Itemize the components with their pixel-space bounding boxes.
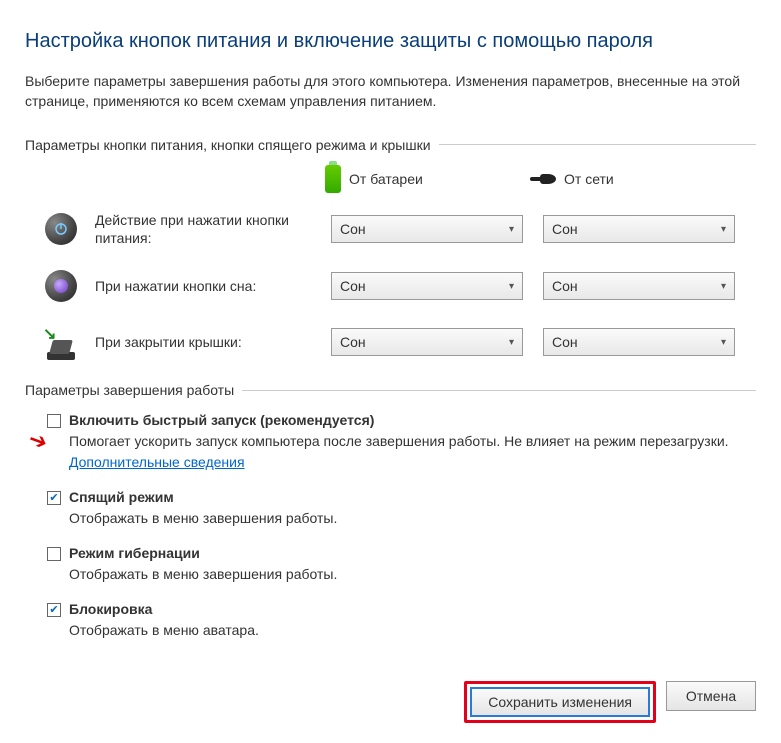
group-header-buttons-text: Параметры кнопки питания, кнопки спящего… (25, 137, 431, 153)
row-sleep-button: При нажатии кнопки сна: Сон ▾ Сон ▾ (25, 270, 756, 302)
row-lid-close-label: При закрытии крышки: (95, 333, 331, 352)
group-header-buttons: Параметры кнопки питания, кнопки спящего… (25, 137, 756, 153)
chevron-down-icon: ▾ (721, 224, 726, 235)
row-power-button-label: Действие при нажатии кнопки питания: (95, 211, 331, 249)
more-info-link[interactable]: Дополнительные сведения (69, 454, 245, 470)
chevron-down-icon: ▾ (721, 281, 726, 292)
power-button-ac-select[interactable]: Сон ▾ (543, 215, 735, 243)
lock-title: Блокировка (69, 599, 152, 620)
hibernate-checkbox[interactable] (47, 547, 61, 561)
power-button-battery-select[interactable]: Сон ▾ (331, 215, 523, 243)
row-lid-close: ↘ При закрытии крышки: Сон ▾ Сон ▾ (25, 324, 756, 360)
lock-desc: Отображать в меню аватара. (69, 620, 756, 641)
col-ac-label: От сети (564, 171, 614, 187)
sleep-button-icon (45, 270, 77, 302)
annotation-arrow-icon: ➔ (24, 422, 53, 459)
group-header-shutdown-text: Параметры завершения работы (25, 382, 234, 398)
cancel-button[interactable]: Отмена (666, 681, 756, 711)
sleep-title: Спящий режим (69, 487, 174, 508)
option-sleep: ✔ Спящий режим Отображать в меню заверше… (47, 487, 756, 529)
battery-icon (325, 165, 341, 193)
sleep-desc: Отображать в меню завершения работы. (69, 508, 756, 529)
option-lock: ✔ Блокировка Отображать в меню аватара. (47, 599, 756, 641)
option-fast-startup: ➔ Включить быстрый запуск (рекомендуется… (47, 410, 756, 473)
sleep-checkbox[interactable]: ✔ (47, 491, 61, 505)
power-button-icon (45, 213, 77, 245)
lid-close-icon: ↘ (45, 328, 77, 360)
row-power-button: Действие при нажатии кнопки питания: Сон… (25, 211, 756, 249)
sleep-button-ac-select[interactable]: Сон ▾ (543, 272, 735, 300)
save-button[interactable]: Сохранить изменения (470, 687, 650, 717)
chevron-down-icon: ▾ (721, 337, 726, 348)
fast-startup-desc: Помогает ускорить запуск компьютера посл… (69, 433, 729, 449)
fast-startup-checkbox[interactable] (47, 414, 61, 428)
col-battery-label: От батареи (349, 171, 423, 187)
chevron-down-icon: ▾ (509, 281, 514, 292)
group-header-shutdown: Параметры завершения работы (25, 382, 756, 398)
row-sleep-button-label: При нажатии кнопки сна: (95, 277, 331, 296)
hibernate-desc: Отображать в меню завершения работы. (69, 564, 756, 585)
page-description: Выберите параметры завершения работы для… (25, 71, 756, 112)
fast-startup-title: Включить быстрый запуск (рекомендуется) (69, 410, 374, 431)
hibernate-title: Режим гибернации (69, 543, 200, 564)
columns-header: От батареи От сети (325, 165, 756, 193)
option-hibernate: Режим гибернации Отображать в меню завер… (47, 543, 756, 585)
chevron-down-icon: ▾ (509, 337, 514, 348)
annotation-highlight-box: Сохранить изменения (464, 681, 656, 723)
plug-icon (530, 172, 556, 186)
footer-buttons: Сохранить изменения Отмена (25, 681, 756, 723)
lock-checkbox[interactable]: ✔ (47, 603, 61, 617)
chevron-down-icon: ▾ (509, 224, 514, 235)
page-title: Настройка кнопок питания и включение защ… (25, 30, 756, 53)
sleep-button-battery-select[interactable]: Сон ▾ (331, 272, 523, 300)
lid-close-battery-select[interactable]: Сон ▾ (331, 328, 523, 356)
lid-close-ac-select[interactable]: Сон ▾ (543, 328, 735, 356)
